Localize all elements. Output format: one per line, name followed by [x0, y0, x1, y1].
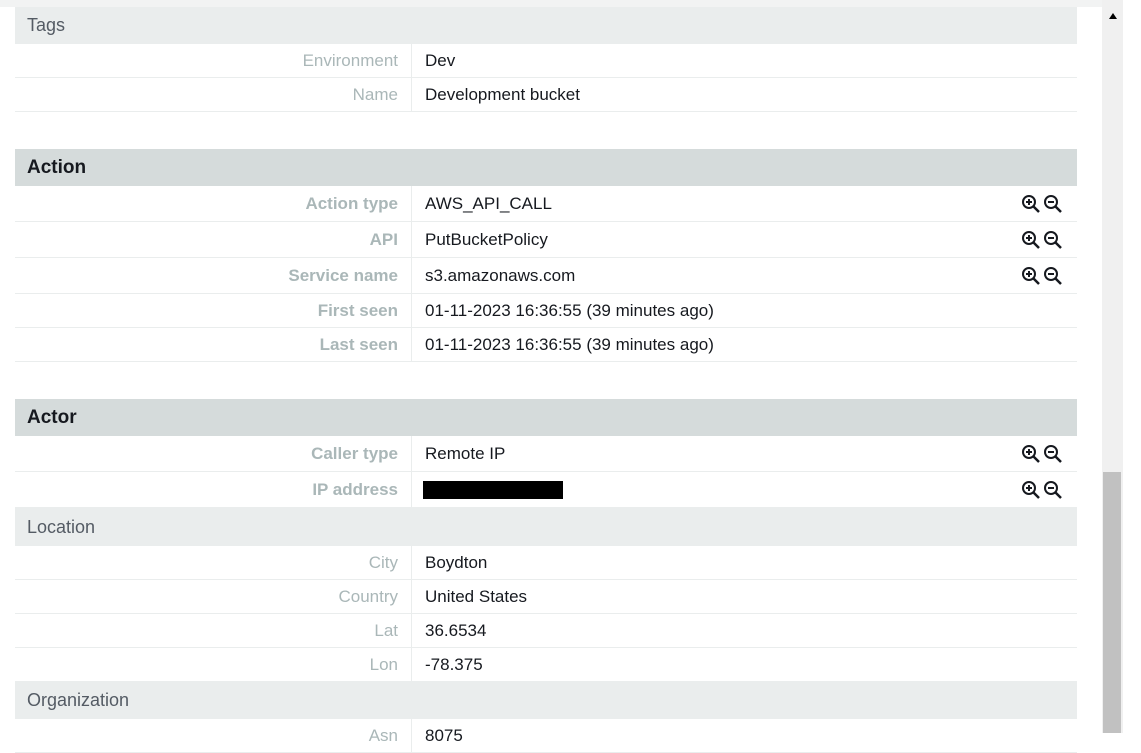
field-value: s3.amazonaws.com	[425, 265, 576, 285]
top-strip	[0, 0, 1102, 7]
zoom-in-icon[interactable]	[1021, 444, 1041, 464]
tag-value: Dev	[425, 50, 456, 70]
field-value: AWS_API_CALL	[425, 193, 552, 213]
filter-icons	[1021, 266, 1063, 286]
field-value: Boydton	[425, 552, 488, 572]
location-header: Location	[15, 508, 1077, 546]
action-row-first-seen: First seen 01-11-2023 16:36:55 (39 minut…	[15, 294, 1077, 328]
field-label: City	[15, 546, 412, 579]
action-row-last-seen: Last seen 01-11-2023 16:36:55 (39 minute…	[15, 328, 1077, 362]
zoom-out-icon[interactable]	[1043, 480, 1063, 500]
finding-details: Tags Environment Dev Name Development bu…	[15, 7, 1077, 753]
zoom-in-icon[interactable]	[1021, 194, 1041, 214]
tags-header: Tags	[15, 7, 1077, 44]
scrollbar-thumb[interactable]	[1103, 472, 1121, 733]
action-row-action-type: Action type AWS_API_CALL	[15, 186, 1077, 222]
zoom-out-icon[interactable]	[1043, 194, 1063, 214]
actor-section-header: Actor	[15, 399, 1077, 436]
action-row-api: API PutBucketPolicy	[15, 222, 1077, 258]
location-row-country: Country United States	[15, 580, 1077, 614]
tag-value: Development bucket	[425, 84, 580, 104]
zoom-in-icon[interactable]	[1021, 230, 1041, 250]
field-value: 01-11-2023 16:36:55 (39 minutes ago)	[425, 334, 714, 354]
zoom-in-icon[interactable]	[1021, 480, 1041, 500]
location-row-lat: Lat 36.6534	[15, 614, 1077, 648]
action-row-service-name: Service name s3.amazonaws.com	[15, 258, 1077, 294]
tag-label: Environment	[15, 44, 412, 77]
filter-icons	[1021, 230, 1063, 250]
organization-header: Organization	[15, 682, 1077, 719]
filter-icons	[1021, 480, 1063, 500]
field-label: API	[15, 222, 412, 257]
field-value: 8075	[425, 725, 463, 745]
action-section-header: Action	[15, 149, 1077, 186]
filter-icons	[1021, 444, 1063, 464]
scroll-up-arrow-icon[interactable]	[1102, 6, 1123, 26]
filter-icons	[1021, 194, 1063, 214]
field-label: First seen	[15, 294, 412, 327]
zoom-out-icon[interactable]	[1043, 230, 1063, 250]
field-label: Asn	[15, 719, 412, 752]
field-value: -78.375	[425, 654, 483, 674]
field-value: 01-11-2023 16:36:55 (39 minutes ago)	[425, 300, 714, 320]
field-value: United States	[425, 586, 528, 606]
field-label: Country	[15, 580, 412, 613]
field-label: Caller type	[15, 436, 412, 471]
zoom-in-icon[interactable]	[1021, 266, 1041, 286]
actor-row-ip-address: IP address	[15, 472, 1077, 508]
field-value: Remote IP	[425, 443, 506, 463]
field-label: Lat	[15, 614, 412, 647]
field-value	[412, 472, 1021, 507]
zoom-out-icon[interactable]	[1043, 266, 1063, 286]
field-label: Service name	[15, 258, 412, 293]
location-row-lon: Lon -78.375	[15, 648, 1077, 682]
actor-row-caller-type: Caller type Remote IP	[15, 436, 1077, 472]
tag-row-name: Name Development bucket	[15, 78, 1077, 112]
zoom-out-icon[interactable]	[1043, 444, 1063, 464]
location-row-city: City Boydton	[15, 546, 1077, 580]
field-label: Lon	[15, 648, 412, 681]
field-label: Last seen	[15, 328, 412, 361]
tag-row-environment: Environment Dev	[15, 44, 1077, 78]
field-label: Action type	[15, 186, 412, 221]
tag-label: Name	[15, 78, 412, 111]
field-label: IP address	[15, 472, 412, 507]
field-value: 36.6534	[425, 620, 487, 640]
field-value: PutBucketPolicy	[425, 229, 548, 249]
redacted-ip-value	[423, 480, 563, 499]
organization-row-asn: Asn 8075	[15, 719, 1077, 753]
